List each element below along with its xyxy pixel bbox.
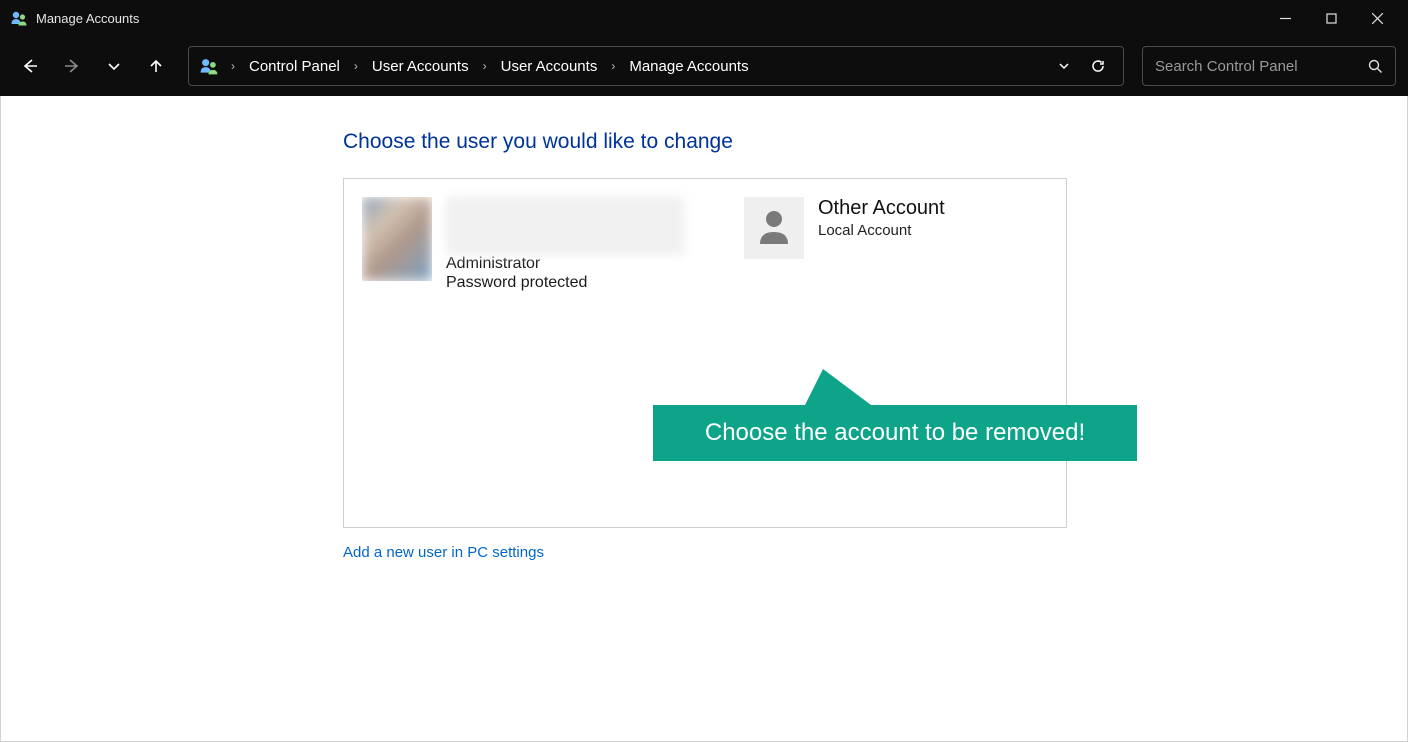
chevron-right-icon: › xyxy=(354,59,358,73)
refresh-button[interactable] xyxy=(1083,59,1113,73)
account-card-other[interactable]: Other Account Local Account xyxy=(744,197,945,509)
close-button[interactable] xyxy=(1354,2,1400,34)
recent-locations-button[interactable] xyxy=(96,48,132,84)
chevron-right-icon: › xyxy=(483,59,487,73)
avatar-generic-icon xyxy=(744,197,804,259)
window-title: Manage Accounts xyxy=(36,11,139,26)
callout-annotation: Choose the account to be removed! xyxy=(653,405,1137,461)
breadcrumb-item[interactable]: User Accounts xyxy=(495,54,604,79)
search-icon xyxy=(1368,59,1383,74)
content-area: Choose the user you would like to change… xyxy=(0,96,1408,742)
search-placeholder: Search Control Panel xyxy=(1155,58,1368,75)
account-info: Administrator Password protected xyxy=(446,197,684,293)
toolbar: › Control Panel › User Accounts › User A… xyxy=(0,36,1408,96)
account-card-primary[interactable]: Administrator Password protected xyxy=(362,197,684,509)
user-accounts-icon xyxy=(10,9,28,27)
breadcrumb-item[interactable]: User Accounts xyxy=(366,54,475,79)
search-input[interactable]: Search Control Panel xyxy=(1142,46,1396,86)
account-type: Local Account xyxy=(818,222,945,239)
account-name-redacted xyxy=(446,197,684,255)
address-dropdown-button[interactable] xyxy=(1049,59,1079,73)
breadcrumb-item[interactable]: Manage Accounts xyxy=(623,54,754,79)
up-button[interactable] xyxy=(138,48,174,84)
account-name: Other Account xyxy=(818,197,945,220)
breadcrumb-item[interactable]: Control Panel xyxy=(243,54,346,79)
account-info: Other Account Local Account xyxy=(818,197,945,239)
account-role: Administrator xyxy=(446,255,684,273)
accounts-list: Administrator Password protected Other A… xyxy=(343,178,1067,528)
back-button[interactable] xyxy=(12,48,48,84)
address-bar[interactable]: › Control Panel › User Accounts › User A… xyxy=(188,46,1124,86)
avatar xyxy=(362,197,432,281)
chevron-right-icon: › xyxy=(231,59,235,73)
minimize-button[interactable] xyxy=(1262,2,1308,34)
maximize-button[interactable] xyxy=(1308,2,1354,34)
forward-button[interactable] xyxy=(54,48,90,84)
titlebar: Manage Accounts xyxy=(0,0,1408,36)
callout-arrow-icon xyxy=(805,369,871,405)
user-accounts-icon xyxy=(199,56,219,76)
callout-text: Choose the account to be removed! xyxy=(705,419,1085,447)
add-user-link[interactable]: Add a new user in PC settings xyxy=(343,544,544,561)
page-heading: Choose the user you would like to change xyxy=(343,130,1407,154)
account-protection: Password protected xyxy=(446,274,684,292)
chevron-right-icon: › xyxy=(611,59,615,73)
